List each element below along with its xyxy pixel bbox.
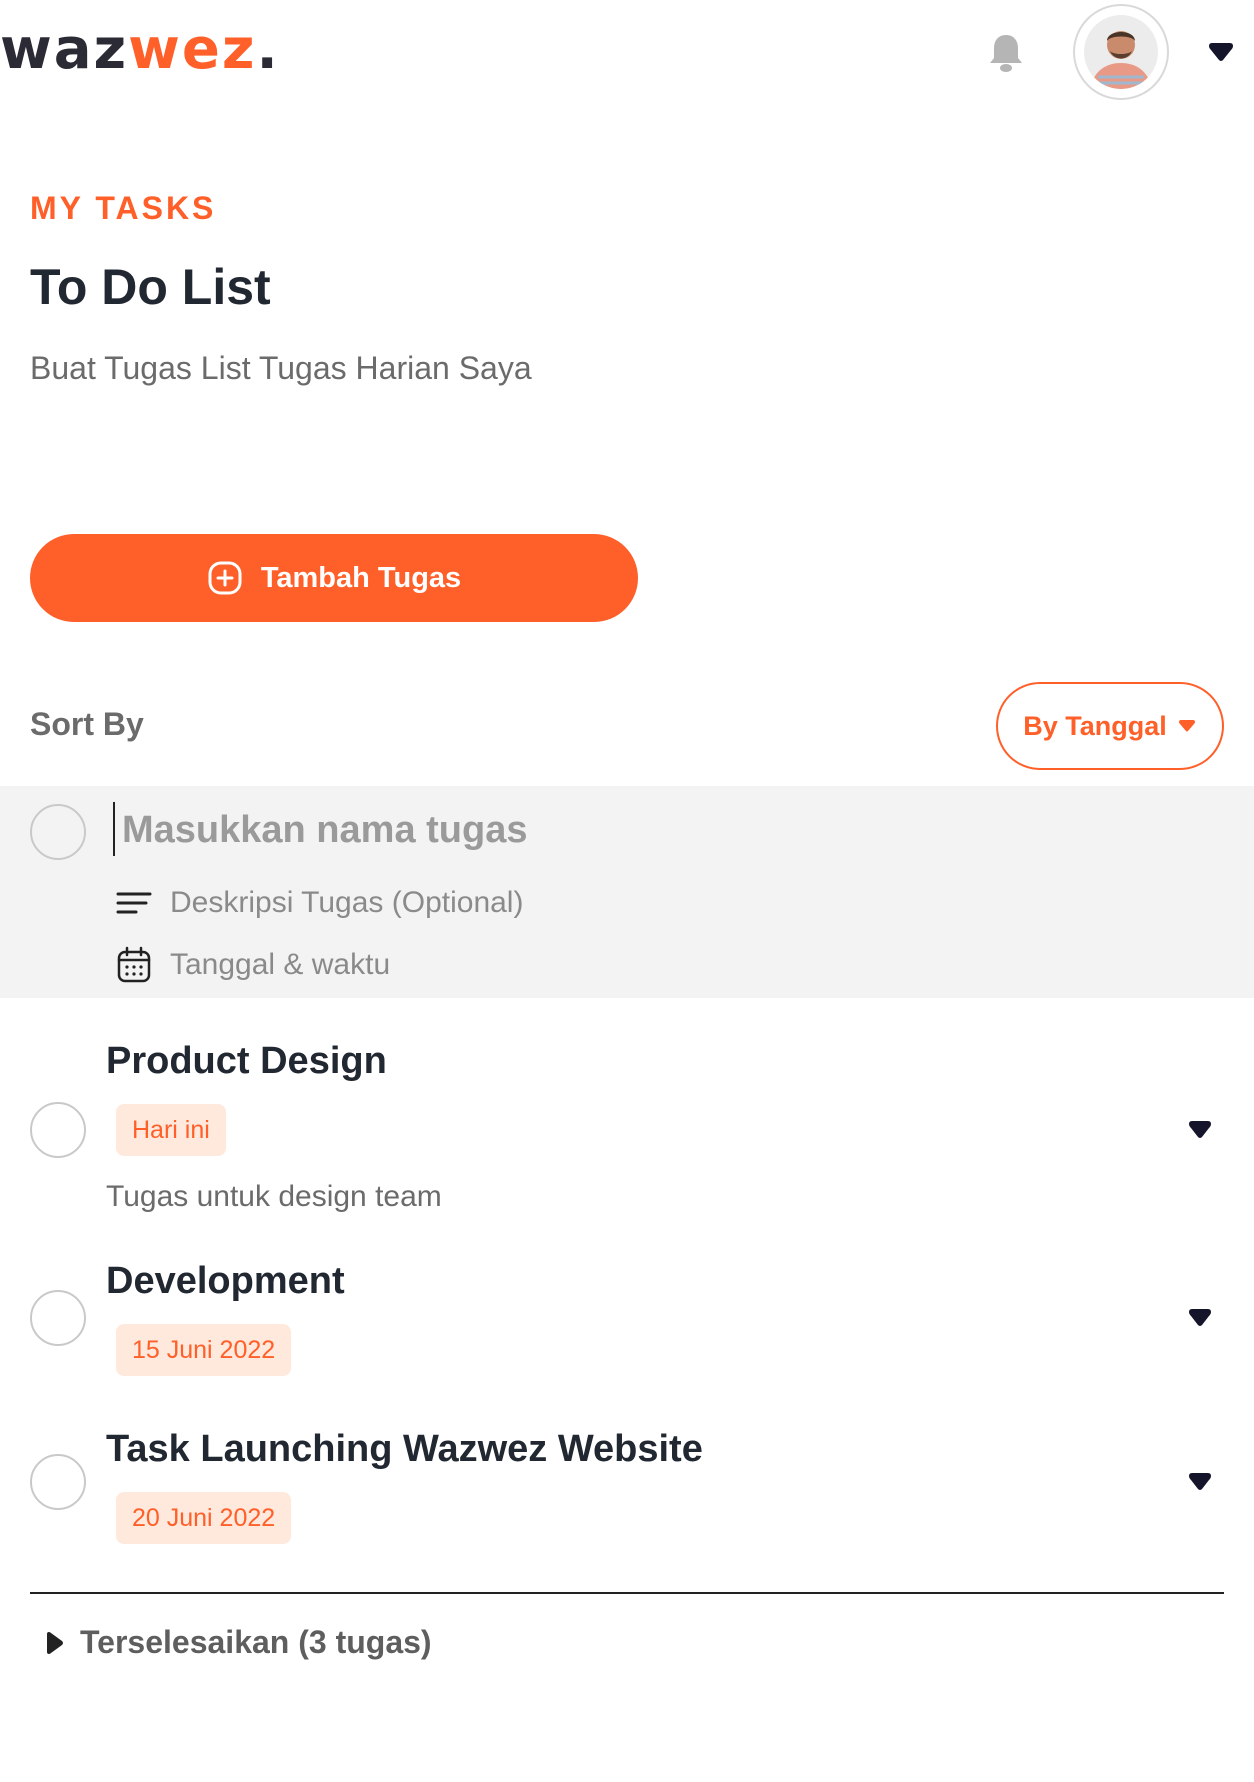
avatar: [1084, 15, 1158, 89]
new-task-form: Deskripsi Tugas (Optional) Tanggal & wak…: [0, 786, 1254, 998]
chevron-down-icon[interactable]: [1186, 1118, 1214, 1142]
sort-selected-value: By Tanggal: [1023, 710, 1167, 741]
task-checkbox[interactable]: [30, 804, 86, 860]
divider: [30, 1592, 1224, 1594]
add-task-label: Tambah Tugas: [260, 561, 462, 594]
task-title: Task Launching Wazwez Website: [106, 1428, 703, 1470]
chevron-down-icon: [1178, 720, 1195, 732]
task-title: Product Design: [106, 1040, 387, 1082]
task-checkbox[interactable]: [30, 1454, 86, 1510]
text-lines-icon: [116, 892, 152, 914]
chevron-right-icon: [47, 1631, 63, 1654]
sort-by-label: Sort By: [30, 706, 144, 742]
task-date-badge: 20 Juni 2022: [116, 1492, 292, 1544]
task-date-badge: 15 Juni 2022: [116, 1324, 292, 1376]
chevron-down-icon[interactable]: [1186, 1470, 1214, 1494]
text-cursor: [113, 802, 115, 856]
brand-logo[interactable]: wazwez.: [0, 14, 280, 86]
logo-part-1: waz: [0, 17, 129, 82]
sort-dropdown[interactable]: By Tanggal: [996, 682, 1224, 770]
logo-dot: .: [256, 17, 280, 82]
datetime-field[interactable]: Tanggal & waktu: [116, 946, 390, 984]
user-avatar-button[interactable]: [1073, 4, 1169, 100]
datetime-placeholder: Tanggal & waktu: [170, 948, 391, 981]
task-checkbox[interactable]: [30, 1102, 86, 1158]
calendar-icon: [117, 946, 151, 983]
task-checkbox[interactable]: [30, 1290, 86, 1346]
completed-label: Terselesaikan (3 tugas): [80, 1624, 432, 1660]
task-date-badge: Hari ini: [116, 1104, 226, 1156]
task-title: Development: [106, 1260, 345, 1302]
task-description: Tugas untuk design team: [106, 1180, 442, 1213]
description-placeholder: Deskripsi Tugas (Optional): [170, 886, 524, 919]
task-name-input[interactable]: [122, 802, 1122, 858]
bell-icon[interactable]: [986, 32, 1026, 74]
page-title: To Do List: [30, 259, 271, 315]
page-subtitle: Buat Tugas List Tugas Harian Saya: [30, 350, 532, 386]
section-eyebrow: MY TASKS: [30, 190, 217, 226]
logo-part-2: wez: [128, 17, 257, 82]
description-field[interactable]: Deskripsi Tugas (Optional): [116, 886, 523, 920]
chevron-down-icon[interactable]: [1206, 40, 1236, 66]
plus-circle-icon: [208, 561, 242, 595]
add-task-button[interactable]: Tambah Tugas: [30, 534, 638, 622]
chevron-down-icon[interactable]: [1186, 1306, 1214, 1330]
completed-tasks-toggle[interactable]: Terselesaikan (3 tugas): [42, 1624, 432, 1661]
